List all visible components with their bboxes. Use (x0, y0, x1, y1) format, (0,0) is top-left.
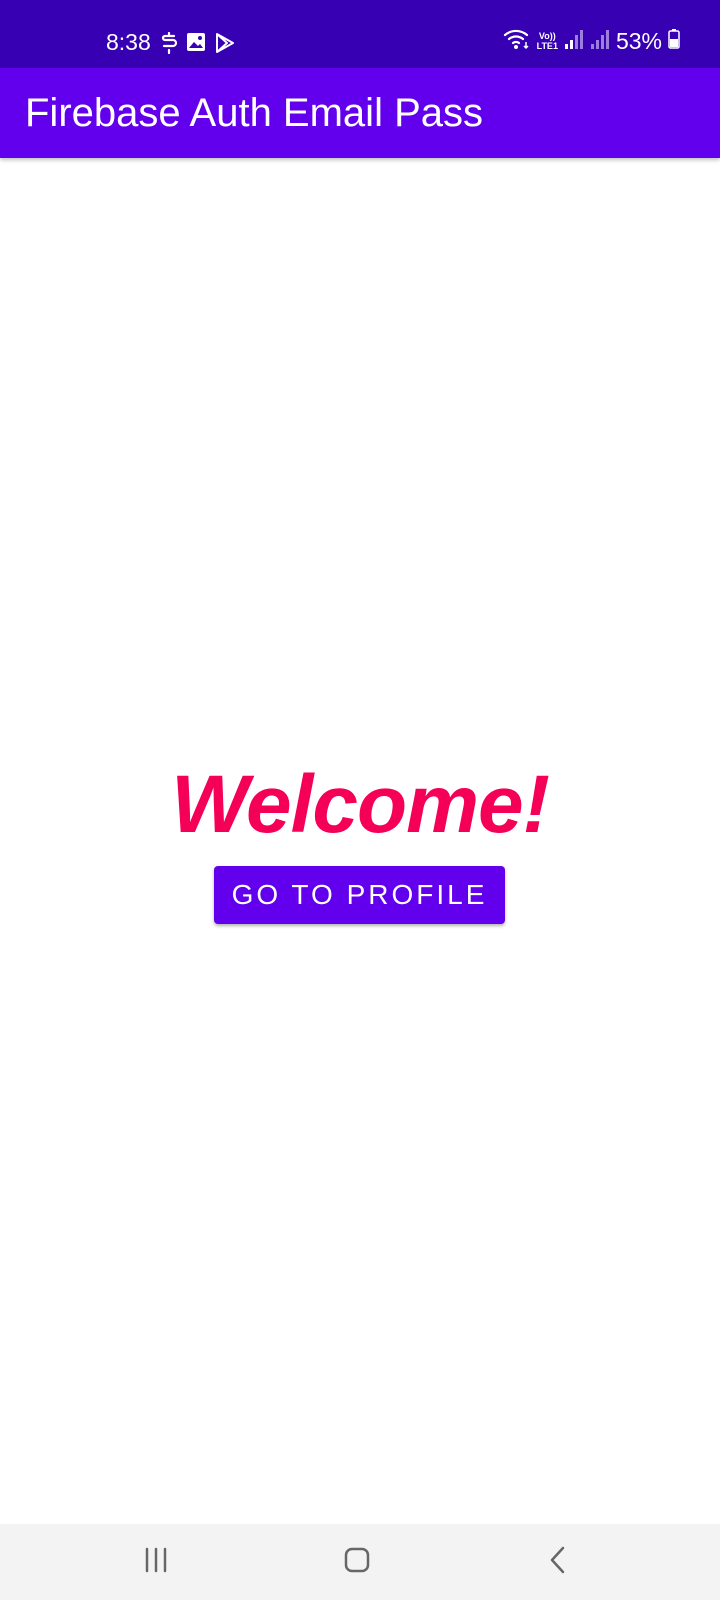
go-to-profile-button[interactable]: GO TO PROFILE (214, 866, 505, 924)
wifi-icon (503, 28, 531, 55)
recents-button[interactable] (126, 1538, 186, 1586)
back-icon (548, 1546, 568, 1579)
signal-icon (564, 28, 584, 55)
status-time: 8:38 (106, 29, 151, 55)
gallery-icon (186, 32, 206, 56)
home-icon (343, 1546, 371, 1579)
s-app-icon (160, 32, 178, 56)
back-button[interactable] (528, 1538, 588, 1586)
lte-label-top: Vo)) (538, 31, 556, 41)
play-store-icon (214, 32, 236, 56)
notification-icons (160, 32, 236, 56)
navigation-bar (0, 1524, 720, 1600)
system-icons: Vo)) LTE1 53% (503, 26, 680, 56)
home-button[interactable] (327, 1538, 387, 1586)
lte-label-bottom: LTE1 (536, 41, 558, 51)
signal-icon-2 (590, 28, 610, 55)
status-bar: 8:38 Vo)) LTE1 53% (0, 0, 720, 68)
lte-icon: Vo)) LTE1 (537, 31, 558, 51)
welcome-heading: Welcome! (171, 759, 550, 850)
app-bar: Firebase Auth Email Pass (0, 68, 720, 158)
app-title: Firebase Auth Email Pass (25, 91, 483, 135)
battery-percent: 53% (615, 28, 662, 54)
battery-icon (668, 28, 680, 54)
recents-icon (143, 1547, 169, 1578)
